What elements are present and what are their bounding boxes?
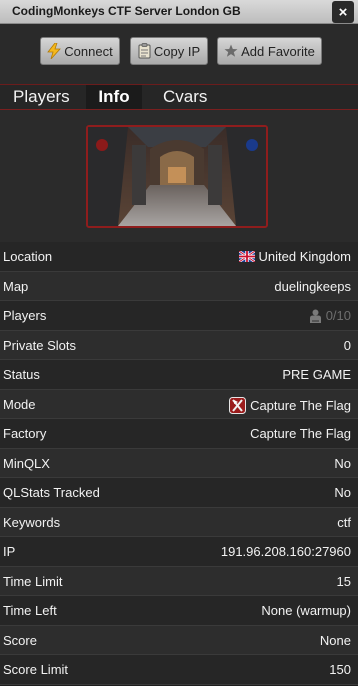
info-key: QLStats Tracked <box>3 485 100 500</box>
info-value: 150 <box>329 662 351 677</box>
info-row-minqlx: MinQLX No <box>0 448 358 478</box>
info-value: PRE GAME <box>282 367 351 382</box>
info-value-container: Capture The Flag <box>229 396 351 414</box>
info-value-container: 0/10 <box>309 308 351 323</box>
info-value-container: duelingkeeps <box>274 279 351 294</box>
info-key: Time Limit <box>3 573 63 589</box>
info-value: United Kingdom <box>258 249 352 264</box>
info-key: Private Slots <box>3 337 76 353</box>
info-value-container: United Kingdom <box>238 249 352 264</box>
copy-ip-label: Copy IP <box>153 43 201 59</box>
info-value: duelingkeeps <box>274 278 351 294</box>
info-key: Map <box>3 278 29 294</box>
info-key: Score Limit <box>3 662 69 677</box>
info-row-qlstats-tracked: QLStats Tracked No <box>0 478 358 508</box>
info-row-location: Location United Kingdom <box>0 242 358 272</box>
info-value-container: ctf <box>337 515 351 530</box>
map-preview-image <box>86 125 268 228</box>
uk-flag-icon <box>238 251 255 262</box>
info-row-status: Status PRE GAME <box>0 360 358 390</box>
add-favorite-label: Add Favorite <box>241 43 315 59</box>
info-value: 191.96.208.160:27960 <box>220 544 351 559</box>
clipboard-icon <box>138 43 151 59</box>
close-icon: × <box>338 3 348 21</box>
info-value-container: No <box>334 456 351 471</box>
info-value: Capture The Flag <box>250 397 351 413</box>
info-value: No <box>334 455 351 471</box>
star-icon <box>224 44 238 58</box>
info-value-container: Capture The Flag <box>250 426 351 441</box>
player-icon <box>309 309 322 323</box>
ctf-icon <box>229 396 247 414</box>
info-row-score-limit: Score Limit 150 <box>0 655 358 685</box>
tab-cvars[interactable]: Cvars <box>157 85 213 109</box>
server-info-table: Location United Kingdom Map duelingkeeps Pla… <box>0 242 358 685</box>
info-row-time-limit: Time Limit 15 <box>0 566 358 596</box>
info-value-container: PRE GAME <box>282 367 351 382</box>
info-row-players: Players 0/10 <box>0 301 358 331</box>
info-value: 0 <box>343 337 351 353</box>
info-value: None <box>319 632 351 648</box>
info-value: ctf <box>337 514 351 530</box>
info-row-factory: Factory Capture The Flag <box>0 419 358 449</box>
tab-bar: Players Info Cvars <box>0 84 358 110</box>
info-value-container: No <box>334 485 351 500</box>
info-key: Score <box>3 632 37 648</box>
map-preview-area <box>0 110 358 242</box>
info-row-time-left: Time Left None (warmup) <box>0 596 358 626</box>
info-value-container: 0 <box>344 338 351 353</box>
toolbar: Connect Copy IP Add Favorite <box>0 24 358 84</box>
info-value: 15 <box>336 573 351 589</box>
info-value-container: None <box>320 633 351 648</box>
info-row-mode: Mode Capture The Flag <box>0 389 358 419</box>
info-key: MinQLX <box>3 455 50 471</box>
info-value: Capture The Flag <box>250 426 351 441</box>
copy-ip-button[interactable]: Copy IP <box>130 37 208 65</box>
connect-button[interactable]: Connect <box>40 37 120 65</box>
info-value-container: None (warmup) <box>261 603 351 618</box>
info-row-score: Score None <box>0 625 358 655</box>
add-favorite-button[interactable]: Add Favorite <box>217 37 322 65</box>
info-key: Status <box>3 367 40 382</box>
info-value-container: 150 <box>329 662 351 677</box>
info-value-container: 191.96.208.160:27960 <box>221 544 351 559</box>
info-row-ip: IP 191.96.208.160:27960 <box>0 537 358 567</box>
info-row-map: Map duelingkeeps <box>0 271 358 301</box>
title-bar: CodingMonkeys CTF Server London GB × <box>0 0 358 24</box>
tab-players[interactable]: Players <box>7 85 76 109</box>
tab-info[interactable]: Info <box>86 85 142 109</box>
info-key: Time Left <box>3 603 57 618</box>
info-key: Location <box>3 249 53 264</box>
info-value-container: 15 <box>337 574 351 589</box>
info-key: Mode <box>3 396 36 412</box>
window-title: CodingMonkeys CTF Server London GB <box>12 4 241 18</box>
info-key: Keywords <box>3 514 61 530</box>
connect-label: Connect <box>64 43 113 59</box>
info-key: Factory <box>3 426 47 441</box>
info-value: No <box>334 485 351 500</box>
info-value: None (warmup) <box>261 603 351 618</box>
lightning-icon <box>47 43 62 59</box>
close-button[interactable]: × <box>332 1 354 23</box>
info-value: 0/10 <box>325 308 351 323</box>
info-row-private-slots: Private Slots 0 <box>0 330 358 360</box>
info-key: Players <box>3 308 47 323</box>
info-key: IP <box>3 544 16 559</box>
info-row-keywords: Keywords ctf <box>0 507 358 537</box>
